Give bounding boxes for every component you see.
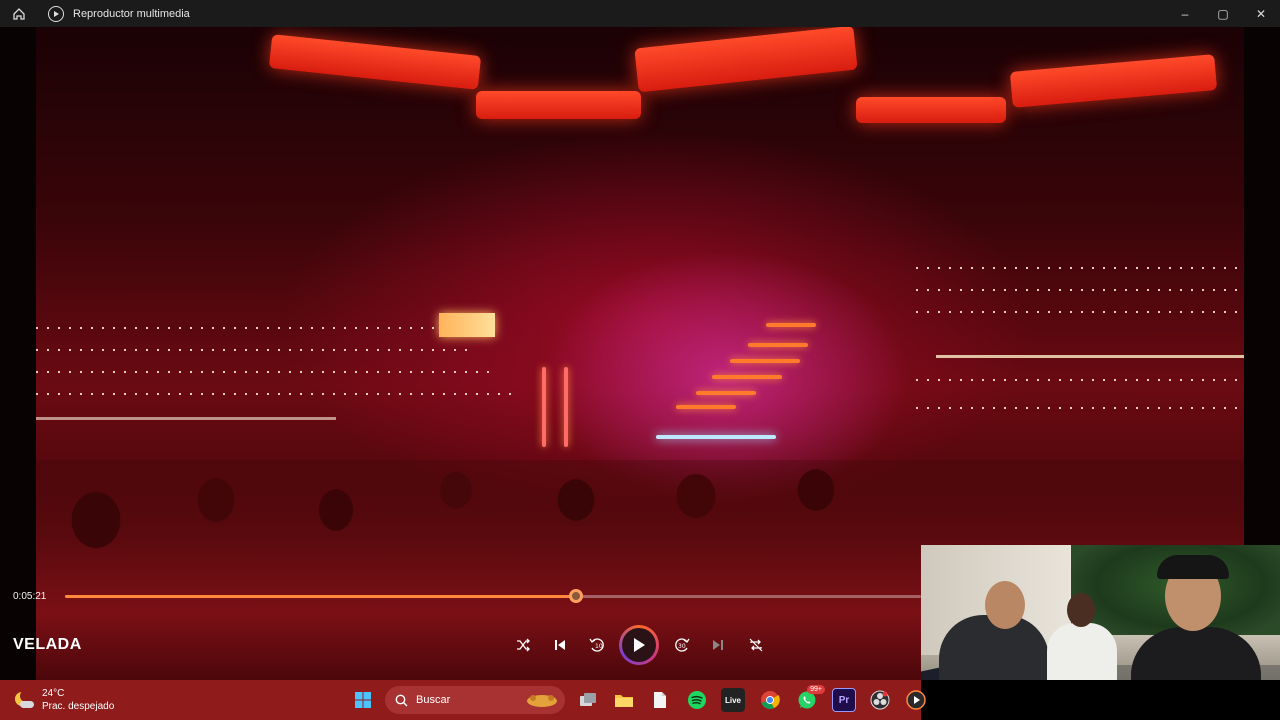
play-button[interactable] [619, 625, 659, 665]
weather-temperature: 24°C [42, 688, 65, 699]
seek-bar-progress [65, 595, 577, 598]
start-button[interactable] [351, 688, 375, 712]
live-app-button[interactable]: Live [721, 688, 745, 712]
spotify-button[interactable] [685, 688, 709, 712]
folder-icon [615, 695, 633, 707]
seek-bar-thumb[interactable] [569, 589, 584, 603]
close-button[interactable]: ✕ [1242, 0, 1280, 27]
webcam-overlay [921, 545, 1280, 680]
taskbar: 24°C Prac. despejado Buscar Live 99+ Pr [0, 680, 926, 720]
chrome-icon [761, 691, 780, 709]
obs-icon [870, 690, 890, 710]
forward-30-button[interactable]: 30 [670, 633, 694, 657]
minimize-button[interactable]: – [1166, 0, 1204, 27]
shuffle-button[interactable] [511, 633, 535, 657]
weather-description: Prac. despejado [42, 701, 115, 712]
whatsapp-unread-badge: 99+ [807, 685, 825, 694]
window-title: Reproductor multimedia [73, 7, 190, 20]
whatsapp-button[interactable]: 99+ [795, 685, 825, 712]
windows-icon [355, 692, 371, 708]
shuffle-icon [517, 638, 530, 652]
live-label: Live [724, 695, 741, 705]
skip-next-icon [713, 640, 723, 650]
repeat-off-icon [749, 638, 763, 652]
media-title: VELADA [13, 636, 82, 653]
svg-text:30: 30 [678, 643, 686, 650]
current-time: 0:05:21 [13, 591, 47, 602]
home-button[interactable] [0, 0, 38, 27]
play-icon [634, 638, 645, 652]
file-explorer-button[interactable] [612, 688, 636, 712]
media-player-icon [906, 690, 926, 710]
document-icon [654, 692, 666, 708]
media-player-app-icon [48, 5, 64, 22]
next-button[interactable] [706, 633, 730, 657]
seek-bar[interactable] [65, 589, 921, 603]
premiere-label: Pr [838, 694, 850, 706]
maximize-button[interactable]: ▢ [1204, 0, 1242, 27]
premiere-button[interactable]: Pr [832, 688, 856, 712]
repeat-button[interactable] [744, 633, 768, 657]
weather-widget[interactable]: 24°C Prac. despejado [14, 687, 114, 713]
home-icon [13, 7, 25, 20]
search-icon [395, 694, 408, 706]
skip-previous-icon [555, 640, 565, 650]
forward-30-icon: 30 [675, 638, 690, 652]
obs-button[interactable] [868, 688, 892, 712]
video-surface[interactable]: 0:05:21 VELADA 10 30 [0, 27, 1280, 680]
task-view-button[interactable] [576, 688, 600, 712]
chrome-button[interactable] [758, 688, 782, 712]
notepad-button[interactable] [648, 688, 672, 712]
task-view-icon [580, 693, 596, 706]
previous-button[interactable] [548, 633, 572, 657]
moon-cloud-icon [14, 690, 34, 710]
title-bar: Reproductor multimedia – ▢ ✕ [0, 0, 1280, 27]
svg-text:10: 10 [595, 643, 603, 650]
rewind-10-button[interactable]: 10 [585, 633, 609, 657]
media-player-taskbar-button[interactable] [904, 688, 928, 712]
search-placeholder: Buscar [416, 694, 451, 706]
taskbar-search[interactable]: Buscar [385, 686, 565, 714]
search-highlight-icon [527, 695, 557, 707]
rewind-10-icon: 10 [589, 638, 604, 652]
spotify-icon [688, 691, 706, 709]
